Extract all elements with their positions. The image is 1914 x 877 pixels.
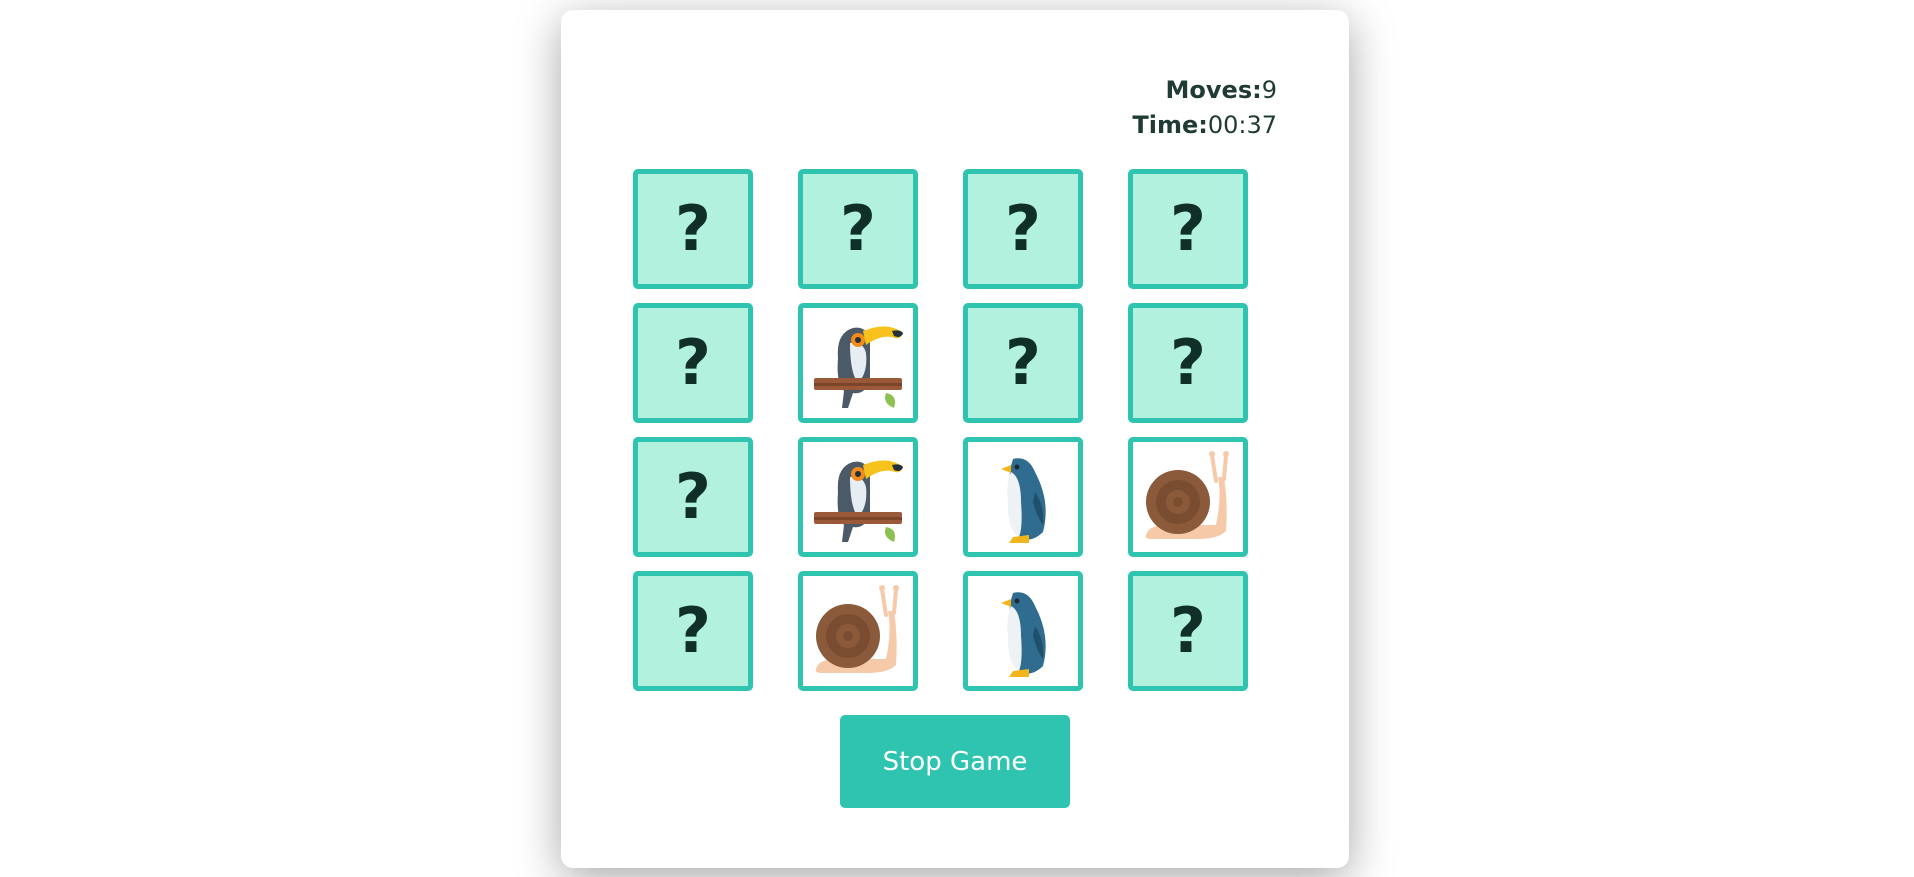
- stats-panel: Moves:9 Time:00:37: [1132, 73, 1277, 143]
- card-hidden[interactable]: ?: [1128, 571, 1248, 691]
- card-snail[interactable]: [1128, 437, 1248, 557]
- time-value: 00:37: [1207, 111, 1277, 139]
- time-label: Time:: [1132, 111, 1208, 139]
- question-mark-icon: ?: [675, 460, 711, 533]
- card-grid: ????? ??? ? ?: [633, 169, 1248, 691]
- card-hidden[interactable]: ?: [963, 303, 1083, 423]
- question-mark-icon: ?: [1005, 326, 1041, 399]
- moves-label: Moves:: [1165, 76, 1262, 104]
- card-toucan[interactable]: [798, 303, 918, 423]
- card-hidden[interactable]: ?: [963, 169, 1083, 289]
- card-penguin[interactable]: [963, 571, 1083, 691]
- card-toucan[interactable]: [798, 437, 918, 557]
- game-container: Moves:9 Time:00:37 ????? ??? ? ? Stop Ga…: [561, 10, 1349, 868]
- question-mark-icon: ?: [1170, 594, 1206, 667]
- card-hidden[interactable]: ?: [633, 437, 753, 557]
- penguin-icon: [1001, 458, 1046, 543]
- toucan-icon: [814, 326, 903, 408]
- question-mark-icon: ?: [675, 594, 711, 667]
- card-snail[interactable]: [798, 571, 918, 691]
- moves-counter: Moves:9: [1132, 73, 1277, 108]
- question-mark-icon: ?: [1170, 192, 1206, 265]
- card-hidden[interactable]: ?: [633, 571, 753, 691]
- question-mark-icon: ?: [675, 192, 711, 265]
- toucan-icon: [814, 460, 903, 542]
- card-hidden[interactable]: ?: [1128, 303, 1248, 423]
- penguin-icon: [1001, 592, 1046, 677]
- moves-value: 9: [1261, 76, 1277, 104]
- card-hidden[interactable]: ?: [633, 303, 753, 423]
- card-hidden[interactable]: ?: [633, 169, 753, 289]
- question-mark-icon: ?: [840, 192, 876, 265]
- snail-icon: [1145, 451, 1229, 539]
- snail-icon: [815, 585, 899, 673]
- card-hidden[interactable]: ?: [798, 169, 918, 289]
- card-penguin[interactable]: [963, 437, 1083, 557]
- card-hidden[interactable]: ?: [1128, 169, 1248, 289]
- question-mark-icon: ?: [1170, 326, 1206, 399]
- stop-game-button[interactable]: Stop Game: [840, 715, 1070, 808]
- question-mark-icon: ?: [675, 326, 711, 399]
- timer: Time:00:37: [1132, 108, 1277, 143]
- question-mark-icon: ?: [1005, 192, 1041, 265]
